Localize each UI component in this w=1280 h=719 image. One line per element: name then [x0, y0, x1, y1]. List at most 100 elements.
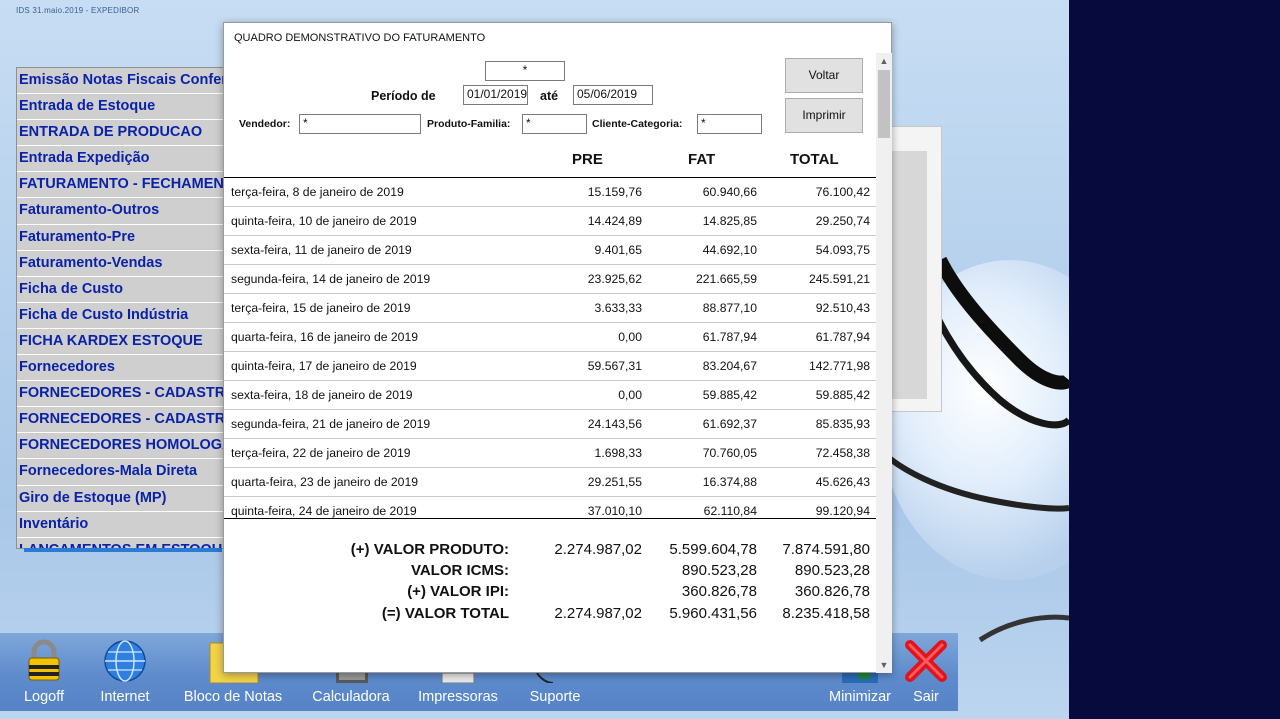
sair-label: Sair [913, 689, 939, 705]
row-date: quinta-feira, 17 de janeiro de 2019 [231, 359, 417, 373]
top-filter-input[interactable]: * [485, 61, 565, 81]
vertical-scrollbar[interactable]: ▲ ▼ [876, 53, 892, 673]
row-date: segunda-feira, 14 de janeiro de 2019 [231, 272, 431, 286]
imprimir-button[interactable]: Imprimir [785, 98, 863, 133]
row-pre: 24.143,56 [587, 417, 642, 431]
row-pre: 0,00 [618, 330, 642, 344]
menu-item[interactable]: Faturamento-Outros [17, 198, 223, 225]
sair-button[interactable]: Sair [900, 633, 952, 711]
row-pre: 29.251,55 [587, 475, 642, 489]
column-header-fat: FAT [688, 151, 716, 168]
row-fat: 59.885,42 [702, 388, 757, 402]
vendedor-label: Vendedor: [239, 118, 291, 130]
row-fat: 221.665,59 [696, 272, 757, 286]
menu-item[interactable]: FORNECEDORES HOMOLOGADOS [17, 433, 223, 460]
periodo-label: Período de [371, 89, 436, 103]
menu-item[interactable]: Entrada de Estoque [17, 94, 223, 121]
table-row: segunda-feira, 14 de janeiro de 2019 23.9… [224, 265, 877, 294]
summary-fat: 890.523,28 [681, 562, 757, 579]
minimizar-label: Minimizar [828, 689, 892, 705]
menu-item[interactable]: ENTRADA DE PRODUCAO [17, 120, 223, 147]
row-date: quarta-feira, 16 de janeiro de 2019 [231, 330, 419, 344]
row-fat: 61.787,94 [702, 330, 757, 344]
row-pre: 1.698,33 [594, 446, 642, 460]
impressoras-label: Impressoras [418, 689, 498, 705]
logoff-button[interactable]: Logoff [0, 633, 88, 711]
desktop-dark-strip [1069, 0, 1280, 719]
row-pre: 0,00 [618, 388, 642, 402]
table-row: sexta-feira, 11 de janeiro de 2019 9.401,… [224, 236, 877, 265]
summary-total: 890.523,28 [794, 562, 870, 579]
footer-divider [224, 518, 877, 519]
row-date: quinta-feira, 10 de janeiro de 2019 [231, 214, 417, 228]
row-fat: 62.110,84 [703, 504, 757, 518]
menu-item[interactable]: Ficha de Custo [17, 276, 223, 303]
vendedor-input[interactable]: * [299, 114, 421, 134]
scroll-up-icon[interactable]: ▲ [876, 53, 892, 69]
summary-pre: 2.274.987,02 [554, 605, 642, 622]
row-total: 72.458,38 [815, 446, 870, 460]
row-total: 54.093,75 [815, 243, 870, 257]
globe-icon [104, 640, 146, 682]
date-to-input[interactable]: 05/06/2019 [573, 85, 653, 105]
menu-item[interactable]: Fornecedores-Mala Direta [17, 459, 223, 486]
suporte-label: Suporte [529, 689, 581, 705]
row-total: 45.626,43 [815, 475, 870, 489]
voltar-button[interactable]: Voltar [785, 58, 863, 93]
produto-familia-input[interactable]: * [522, 114, 587, 134]
menu-item[interactable]: Faturamento-Vendas [17, 250, 223, 277]
menu-item[interactable]: Fornecedores [17, 355, 223, 382]
menu-item[interactable]: Giro de Estoque (MP) [17, 485, 223, 512]
row-date: sexta-feira, 18 de janeiro de 2019 [231, 388, 413, 402]
row-date: terça-feira, 15 de janeiro de 2019 [231, 301, 411, 315]
summary-label: (=) VALOR TOTAL [381, 605, 509, 622]
menu-item[interactable]: Inventário [17, 511, 223, 538]
summary-total: 360.826,78 [794, 583, 870, 600]
table-row: segunda-feira, 21 de janeiro de 2019 24.1… [224, 410, 877, 439]
row-fat: 16.374,88 [702, 475, 757, 489]
menu-scrollbar[interactable] [24, 548, 222, 552]
menu-item[interactable]: FICHA KARDEX ESTOQUE [17, 328, 223, 356]
menu-item[interactable]: FORNECEDORES - CADASTRO [17, 407, 223, 434]
scroll-thumb[interactable] [878, 70, 890, 138]
table-row: terça-feira, 8 de janeiro de 2019 15.159,… [224, 178, 877, 207]
row-pre: 14.424,89 [587, 214, 642, 228]
row-date: terça-feira, 22 de janeiro de 2019 [231, 446, 411, 460]
report-rows: terça-feira, 8 de janeiro de 2019 15.159,… [224, 178, 877, 518]
column-header-pre: PRE [572, 151, 603, 168]
date-from-input[interactable]: 01/01/2019 [463, 85, 528, 105]
menu-item[interactable]: Ficha de Custo Indústria [17, 302, 223, 329]
internet-label: Internet [100, 689, 150, 705]
table-row: quinta-feira, 17 de janeiro de 2019 59.56… [224, 352, 877, 381]
cliente-categoria-input[interactable]: * [697, 114, 762, 134]
row-total: 142.771,98 [809, 359, 870, 373]
menu-item[interactable]: Entrada Expedição [17, 146, 223, 173]
row-fat: 61.692,37 [702, 417, 757, 431]
summary-fat: 5.599.604,78 [669, 541, 757, 558]
summary-fat: 5.960.431,56 [669, 605, 757, 622]
summary-valor-produto: (+) VALOR PRODUTO: 2.274.987,02 5.599.604,… [224, 541, 877, 562]
internet-button[interactable]: Internet [88, 633, 162, 711]
report-title: QUADRO DEMONSTRATIVO DO FATURAMENTO [234, 32, 486, 44]
scroll-down-icon[interactable]: ▼ [876, 657, 892, 673]
row-total: 59.885,42 [815, 388, 870, 402]
table-row: terça-feira, 22 de janeiro de 2019 1.698,… [224, 439, 877, 468]
table-row: quarta-feira, 16 de janeiro de 2019 0,00 6… [224, 323, 877, 352]
menu-item[interactable]: FATURAMENTO - FECHAMENTO [17, 172, 223, 199]
column-header-total: TOTAL [790, 151, 839, 168]
row-pre: 9.401,65 [594, 243, 642, 257]
table-row: terça-feira, 15 de janeiro de 2019 3.633,… [224, 294, 877, 323]
row-total: 99.120,94 [815, 504, 870, 518]
produto-familia-label: Produto-Familia: [427, 118, 511, 130]
row-date: segunda-feira, 21 de janeiro de 2019 [231, 417, 431, 431]
app-header-text: IDS 31.maio.2019 - EXPEDIBOR [16, 6, 140, 15]
report-menu-list[interactable]: Emissão Notas Fiscais Conferência Entrad… [16, 67, 223, 549]
faturamento-report-window: QUADRO DEMONSTRATIVO DO FATURAMENTO * Pe… [223, 22, 892, 673]
row-total: 76.100,42 [815, 185, 870, 199]
summary-label: (+) VALOR IPI: [407, 583, 509, 600]
menu-item[interactable]: Emissão Notas Fiscais Conferência [17, 68, 223, 95]
row-date: quarta-feira, 23 de janeiro de 2019 [231, 475, 419, 489]
row-pre: 59.567,31 [587, 359, 642, 373]
menu-item[interactable]: FORNECEDORES - CADASTRO [17, 381, 223, 408]
menu-item[interactable]: Faturamento-Pre [17, 224, 223, 251]
